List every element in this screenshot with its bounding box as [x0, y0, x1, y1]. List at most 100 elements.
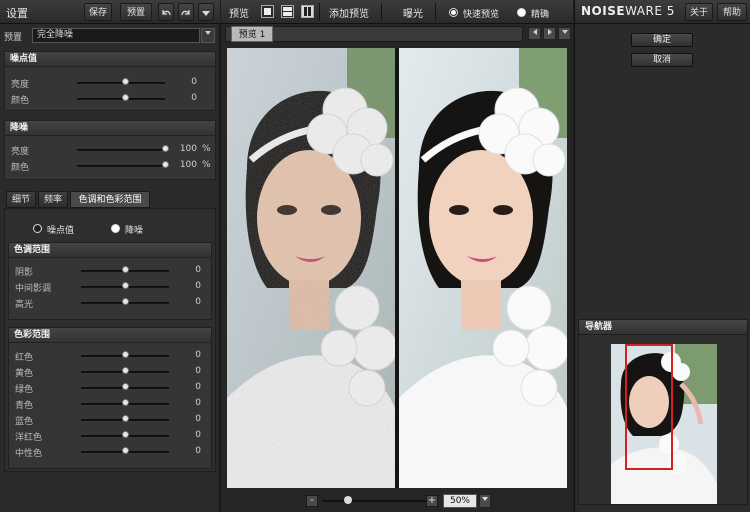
navigator-thumbnail[interactable] [611, 344, 717, 504]
navigator-view-frame[interactable] [625, 344, 673, 470]
denoise-header: 降噪 [5, 121, 215, 136]
zoom-track[interactable] [322, 500, 426, 502]
settings-menu-button[interactable] [198, 3, 214, 21]
slider-knob[interactable] [122, 383, 129, 390]
zoom-in-button[interactable]: + [426, 495, 438, 507]
tab-detail[interactable]: 细节 [6, 191, 36, 208]
denoise-group: 降噪 亮度 100 % 颜色 100 % [4, 120, 216, 180]
toolbar-divider [435, 3, 436, 21]
slider-knob[interactable] [122, 431, 129, 438]
preview-area: 预览 添加预览 曝光 快速预览 精确 预览 1 - + 50% [221, 0, 573, 512]
slider-value: 0 [195, 430, 201, 440]
slider-value: 0 [195, 265, 201, 275]
navigator-panel: 导航器 [578, 319, 748, 505]
tone-range-group: 色调范围 阴影 0 中间影调 0 高光 0 [8, 242, 212, 320]
slider-row: 黄色 0 [9, 364, 211, 380]
exposure-button[interactable]: 曝光 [403, 5, 423, 20]
slider-knob[interactable] [162, 161, 169, 168]
slider-row: 青色 0 [9, 396, 211, 412]
slider-row: 蓝色 0 [9, 412, 211, 428]
tone-color-pane: 噪点值 降噪 色调范围 阴影 0 中间影调 0 高光 0 色彩范围 红色 0 黄… [4, 208, 216, 472]
cancel-button[interactable]: 取消 [631, 53, 693, 67]
about-button[interactable]: 关于 [685, 3, 713, 21]
slider-row: 颜色 100 % [5, 158, 215, 174]
help-button[interactable]: 帮助 [717, 3, 747, 21]
split-vertical-icon [304, 7, 311, 16]
split-horizontal-icon [283, 7, 292, 16]
chevron-down-icon [205, 31, 211, 35]
tab-frequency[interactable]: 频率 [38, 191, 68, 208]
preset-button[interactable]: 预置 [120, 3, 152, 21]
chevron-down-icon [482, 497, 488, 501]
preset-row-label: 预置 [4, 33, 23, 43]
app-logo: NOISEWARE 5 [581, 4, 675, 18]
undo-button[interactable] [158, 3, 174, 21]
preset-dropdown-arrow[interactable] [201, 28, 215, 43]
tone-range-header: 色调范围 [9, 243, 211, 258]
slider-knob[interactable] [122, 415, 129, 422]
redo-button[interactable] [178, 3, 194, 21]
ok-button[interactable]: 确定 [631, 33, 693, 47]
color-range-group: 色彩范围 红色 0 黄色 0 绿色 0 青色 0 蓝色 0 洋红色 0 中性色 … [8, 327, 212, 469]
tab-next-button[interactable] [543, 27, 556, 40]
slider-knob[interactable] [122, 351, 129, 358]
zoom-value-field[interactable]: 50% [443, 494, 477, 508]
preset-row: 预置 完全降噪 [0, 27, 220, 45]
split-vertical-button[interactable] [301, 5, 314, 18]
slider-knob[interactable] [122, 447, 129, 454]
slider-label: 亮度 [11, 80, 30, 90]
slider-value: 100 [179, 160, 197, 170]
save-button[interactable]: 保存 [84, 3, 112, 21]
slider-value: 0 [195, 297, 201, 307]
slider-row: 高光 0 [9, 295, 211, 311]
radio-dot[interactable] [33, 224, 42, 233]
denoised-preview[interactable] [399, 48, 567, 488]
single-view-button[interactable] [261, 5, 274, 18]
slider-unit: % [202, 144, 211, 154]
radio-dot[interactable] [517, 8, 526, 17]
slider-knob[interactable] [122, 399, 129, 406]
zoom-dropdown-button[interactable] [479, 494, 491, 508]
radio-dot[interactable] [111, 224, 120, 233]
preview-tabs-bar: 预览 1 [225, 26, 573, 42]
chevron-right-icon [547, 29, 552, 35]
slider-track[interactable] [77, 82, 165, 84]
slider-knob[interactable] [122, 298, 129, 305]
settings-panel: 设置 保存 预置 预置 完全降噪 噪点值 亮度 0 颜色 0 降噪 亮度 100… [0, 0, 220, 512]
slider-row: 亮度 100 % [5, 142, 215, 158]
radio-label: 噪点值 [47, 226, 75, 236]
preset-select[interactable]: 完全降噪 [32, 28, 200, 43]
slider-track[interactable] [77, 149, 165, 151]
zoom-knob[interactable] [344, 496, 352, 504]
toolbar-divider [381, 3, 382, 21]
slider-track[interactable] [77, 165, 165, 167]
slider-track[interactable] [77, 98, 165, 100]
original-preview[interactable] [227, 48, 395, 488]
slider-label: 阴影 [15, 268, 34, 278]
slider-knob[interactable] [122, 282, 129, 289]
brand-rest: WARE 5 [625, 4, 675, 18]
slider-label: 洋红色 [15, 433, 43, 443]
split-horizontal-button[interactable] [281, 5, 294, 18]
tab-tone-color-range[interactable]: 色调和色彩范围 [70, 191, 150, 208]
brand-bold: NOISE [581, 4, 626, 18]
radio-dot[interactable] [449, 8, 458, 17]
slider-row: 中性色 0 [9, 444, 211, 460]
slider-label: 颜色 [11, 163, 30, 173]
noise-level-group: 噪点值 亮度 0 颜色 0 [4, 51, 216, 111]
zoom-out-button[interactable]: - [306, 495, 318, 507]
preview-split[interactable] [227, 48, 567, 488]
slider-row: 阴影 0 [9, 263, 211, 279]
tab-preview-1[interactable]: 预览 1 [231, 26, 273, 42]
slider-row: 红色 0 [9, 348, 211, 364]
slider-value: 0 [191, 77, 197, 87]
tab-menu-button[interactable] [558, 27, 571, 40]
slider-label: 绿色 [15, 385, 34, 395]
slider-value: 0 [195, 281, 201, 291]
slider-knob[interactable] [122, 266, 129, 273]
slider-knob[interactable] [162, 145, 169, 152]
tab-prev-button[interactable] [528, 27, 541, 40]
add-preview-button[interactable]: 添加预览 [329, 5, 369, 20]
slider-knob[interactable] [122, 367, 129, 374]
settings-toolbar: 设置 保存 预置 [0, 0, 220, 24]
